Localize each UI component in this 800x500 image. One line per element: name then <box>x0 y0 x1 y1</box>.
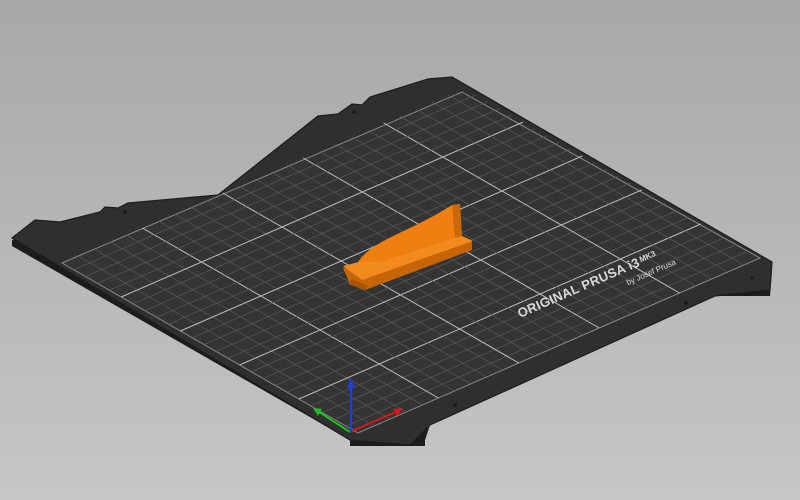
mounting-hole <box>352 110 356 114</box>
mounting-hole <box>123 210 127 214</box>
bed-scene[interactable]: ORIGINAL PRUSA i3 MK3 by Josef Prusa <box>0 0 800 500</box>
3d-viewport[interactable]: ORIGINAL PRUSA i3 MK3 by Josef Prusa <box>0 0 800 500</box>
mounting-hole <box>684 301 688 305</box>
mounting-hole <box>750 276 754 280</box>
mounting-hole <box>453 403 457 407</box>
